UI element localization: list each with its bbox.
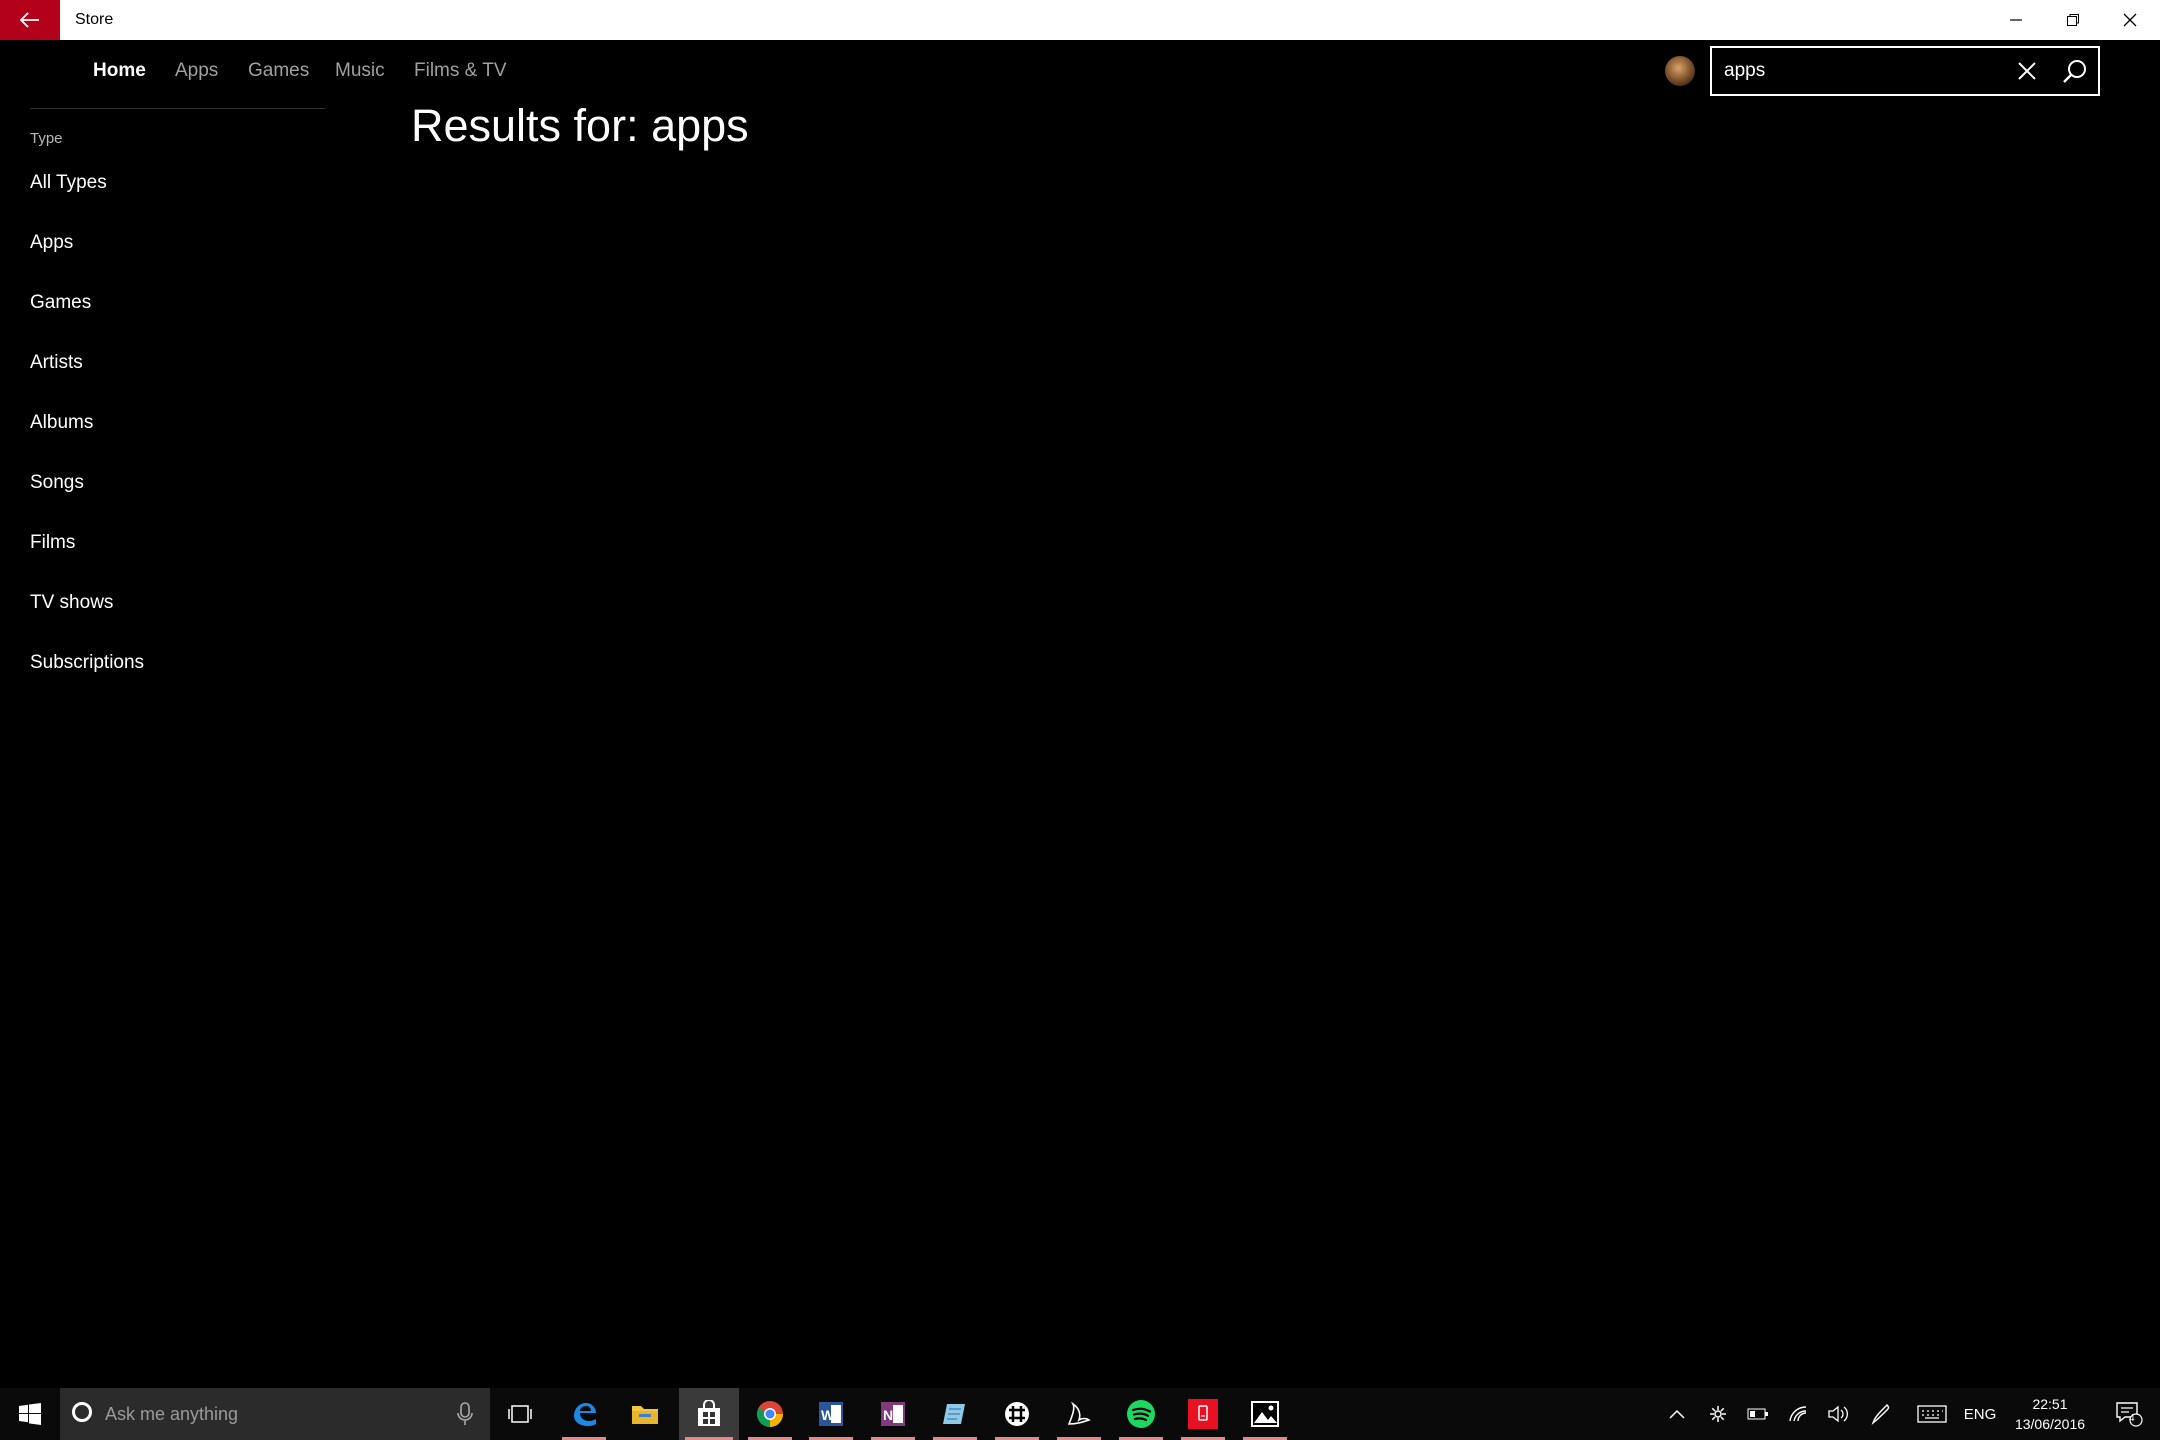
- battery-icon: [1747, 1408, 1768, 1420]
- close-icon: [2018, 62, 2036, 80]
- filter-albums[interactable]: Albums: [30, 412, 93, 434]
- title-bar: Store: [0, 0, 2160, 40]
- svg-text:N: N: [883, 1407, 893, 1423]
- close-window-button[interactable]: [2102, 0, 2158, 40]
- nav-films-tv[interactable]: Films & TV: [414, 40, 507, 102]
- search-box: [1710, 46, 2100, 96]
- chrome-icon: [756, 1401, 783, 1428]
- tray-battery[interactable]: [1744, 1388, 1772, 1440]
- tray-pen[interactable]: [1866, 1388, 1898, 1440]
- pen-icon: [1871, 1404, 1890, 1426]
- tray-settings[interactable]: [1704, 1388, 1732, 1440]
- onenote-icon: N: [881, 1402, 905, 1426]
- edge-icon: [574, 1403, 596, 1426]
- word-icon: W: [819, 1402, 843, 1426]
- clock-time: 22:51: [2032, 1396, 2068, 1412]
- taskbar-edge[interactable]: [556, 1388, 612, 1440]
- notification-count: 4: [2129, 1413, 2135, 1424]
- nav-home[interactable]: Home: [93, 40, 146, 102]
- tray-volume[interactable]: [1824, 1388, 1852, 1440]
- volume-icon: [1828, 1405, 1848, 1423]
- search-input[interactable]: [1724, 48, 2004, 94]
- filter-films[interactable]: Films: [30, 532, 75, 554]
- close-icon: [2123, 13, 2137, 27]
- input-language[interactable]: ENG: [1964, 1388, 1997, 1440]
- bird-icon: [1067, 1401, 1091, 1425]
- back-arrow-icon: [20, 12, 39, 28]
- nav-games[interactable]: Games: [248, 40, 309, 102]
- task-view-icon: [508, 1405, 532, 1423]
- window-title: Store: [75, 11, 114, 28]
- filter-apps[interactable]: Apps: [30, 232, 73, 254]
- taskbar-store[interactable]: [679, 1388, 739, 1440]
- microphone-icon[interactable]: [455, 1402, 475, 1426]
- task-view-button[interactable]: [492, 1388, 548, 1440]
- keyboard-icon: [1917, 1405, 1947, 1423]
- nav-apps[interactable]: Apps: [175, 40, 218, 102]
- spotify-icon: [1127, 1400, 1155, 1428]
- taskbar-slack[interactable]: [989, 1388, 1045, 1440]
- start-button[interactable]: [0, 1388, 60, 1440]
- cortana-search[interactable]: Ask me anything: [60, 1388, 490, 1440]
- action-center-button[interactable]: 4: [2112, 1388, 2146, 1440]
- cortana-placeholder: Ask me anything: [105, 1404, 239, 1424]
- clock[interactable]: 22:51 13/06/2016: [2000, 1394, 2100, 1434]
- restore-icon: [2067, 14, 2079, 26]
- results-heading: Results for: apps: [411, 100, 749, 151]
- filter-artists[interactable]: Artists: [30, 352, 83, 374]
- nav-music[interactable]: Music: [335, 40, 385, 102]
- chevron-up-icon: [1669, 1409, 1685, 1419]
- restore-button[interactable]: [2045, 0, 2101, 40]
- cortana-icon: [72, 1402, 92, 1422]
- filter-subscriptions[interactable]: Subscriptions: [30, 652, 144, 674]
- filter-songs[interactable]: Songs: [30, 472, 84, 494]
- search-icon: [2063, 60, 2086, 83]
- search-clear-button[interactable]: [2012, 56, 2042, 86]
- wifi-icon: [1789, 1406, 1807, 1422]
- taskbar-word[interactable]: W: [803, 1388, 859, 1440]
- taskbar-chrome[interactable]: [742, 1388, 798, 1440]
- app-red-icon: [1188, 1399, 1218, 1429]
- taskbar-spotify[interactable]: [1113, 1388, 1169, 1440]
- notepad-icon: [943, 1404, 965, 1424]
- filter-tv-shows[interactable]: TV shows: [30, 592, 113, 614]
- gear-icon: [1710, 1406, 1726, 1422]
- windows-logo-icon: [19, 1403, 41, 1425]
- taskbar-app-blue[interactable]: [927, 1388, 983, 1440]
- filter-all-types[interactable]: All Types: [30, 172, 107, 194]
- search-submit-button[interactable]: [2060, 56, 2090, 86]
- slack-icon: [1005, 1402, 1029, 1426]
- photos-icon: [1251, 1401, 1279, 1427]
- taskbar-file-explorer[interactable]: [617, 1388, 673, 1440]
- svg-text:W: W: [821, 1407, 835, 1423]
- tray-touch-keyboard[interactable]: [1914, 1388, 1950, 1440]
- user-avatar[interactable]: [1665, 56, 1695, 86]
- taskbar: Ask me anything W N ENG 22:51 13/06/2016…: [0, 1388, 2160, 1440]
- folder-icon: [632, 1406, 658, 1424]
- taskbar-photos[interactable]: [1237, 1388, 1293, 1440]
- show-hidden-icons-button[interactable]: [1665, 1388, 1689, 1440]
- taskbar-onenote[interactable]: N: [865, 1388, 921, 1440]
- back-button[interactable]: [0, 0, 60, 40]
- taskbar-app-bird[interactable]: [1051, 1388, 1107, 1440]
- minimize-icon: [2010, 19, 2022, 21]
- sidebar-divider: [30, 108, 325, 109]
- minimize-button[interactable]: [1988, 0, 2044, 40]
- taskbar-app-red[interactable]: [1175, 1388, 1231, 1440]
- store-icon: [698, 1400, 720, 1426]
- tray-wifi[interactable]: [1784, 1388, 1812, 1440]
- filter-games[interactable]: Games: [30, 292, 91, 314]
- type-section-label: Type: [30, 130, 63, 147]
- clock-date: 13/06/2016: [2014, 1416, 2086, 1432]
